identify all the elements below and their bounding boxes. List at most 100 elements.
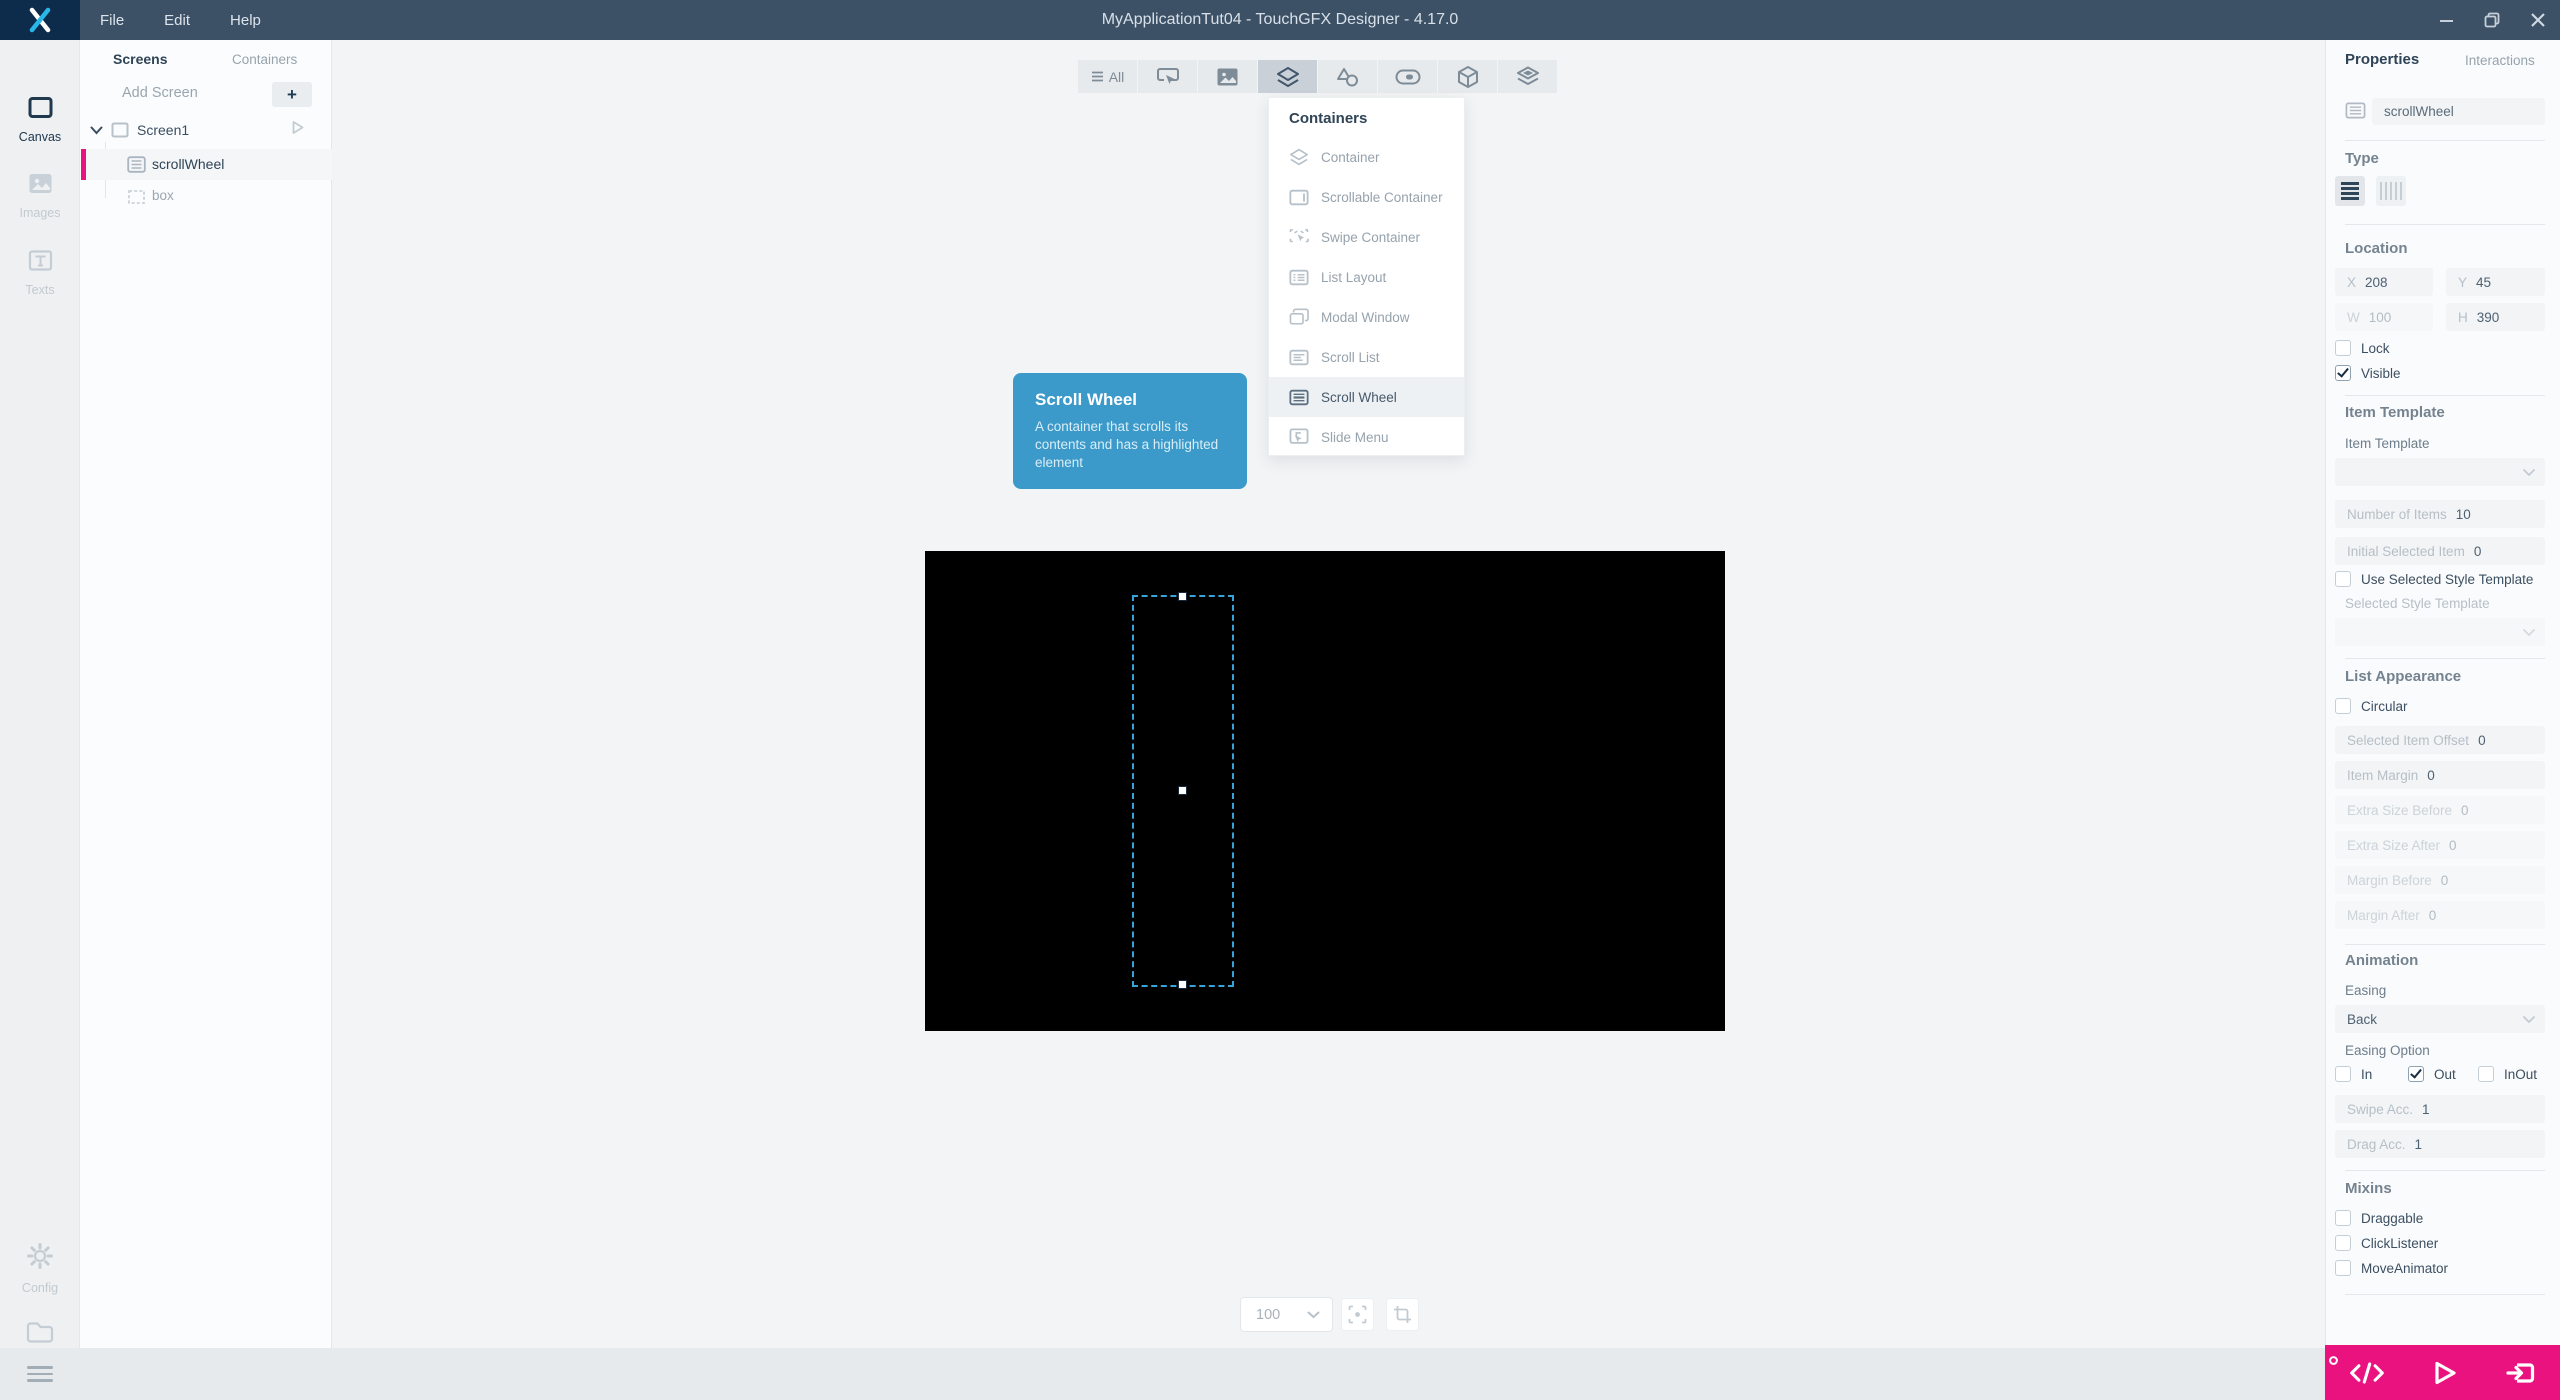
tree-row-screen1[interactable]: Screen1 [90,118,189,142]
move-handle-center[interactable] [1178,786,1187,795]
category-common-button[interactable] [1138,60,1197,93]
visible-checkbox[interactable] [2335,365,2351,381]
lock-checkbox[interactable] [2335,340,2351,356]
easing-out-row[interactable]: Out [2408,1066,2456,1082]
chevron-down-icon[interactable] [90,126,103,135]
use-selected-style-checkbox[interactable] [2335,571,2351,587]
initial-selected-item-field[interactable]: Initial Selected Item0 [2335,537,2545,565]
selected-style-template-label: Selected Style Template [2345,596,2490,611]
tab-screens[interactable]: Screens [113,51,167,67]
menu-item-scroll-list[interactable]: Scroll List [1269,337,1464,377]
type-horizontal-wheel-button[interactable] [2376,176,2406,206]
rail-item-config[interactable]: Config [0,1240,80,1295]
image-icon [1216,67,1239,87]
design-canvas-screen[interactable] [925,551,1725,1031]
swipe-acceleration-field[interactable]: Swipe Acc.1 [2335,1095,2545,1123]
scroll-wheel-icon [1289,389,1309,406]
minimize-icon[interactable] [2439,13,2454,28]
moveanimator-row[interactable]: MoveAnimator [2335,1260,2448,1276]
item-margin-field[interactable]: Item Margin0 [2335,761,2545,789]
draggable-row[interactable]: Draggable [2335,1210,2423,1226]
category-all-button[interactable]: All [1078,60,1137,93]
menu-bar: File Edit Help [100,0,261,40]
menu-item-scrollable-container[interactable]: Scrollable Container [1269,177,1464,217]
category-progress-button[interactable] [1378,60,1437,93]
generate-code-icon[interactable] [2349,1361,2385,1385]
list-layout-icon [1289,269,1309,286]
drag-acceleration-field[interactable]: Drag Acc.1 [2335,1130,2545,1158]
category-containers-button[interactable] [1258,60,1317,93]
menu-file[interactable]: File [100,12,124,29]
y-position-field[interactable]: Y45 [2446,268,2545,296]
menu-item-swipe-container[interactable]: Swipe Container [1269,217,1464,257]
tab-interactions[interactable]: Interactions [2465,53,2535,68]
startup-screen-indicator-icon[interactable] [291,120,305,135]
easing-in-row[interactable]: In [2335,1066,2372,1082]
tab-containers[interactable]: Containers [232,52,297,67]
log-panel-toggle[interactable] [27,1366,53,1382]
easing-inout-checkbox[interactable] [2478,1066,2494,1082]
height-field[interactable]: H390 [2446,303,2545,331]
lock-label: Lock [2361,341,2390,356]
menu-item-slide-menu[interactable]: Slide Menu [1269,417,1464,457]
use-selected-style-row[interactable]: Use Selected Style Template [2335,571,2533,587]
fit-to-screen-button[interactable] [1341,1298,1374,1331]
easing-in-checkbox[interactable] [2335,1066,2351,1082]
close-icon[interactable] [2530,12,2546,28]
easing-inout-row[interactable]: InOut [2478,1066,2537,1082]
easing-out-checkbox[interactable] [2408,1066,2424,1082]
clicklistener-row[interactable]: ClickListener [2335,1235,2438,1251]
bottom-status-bar [0,1348,2560,1400]
menu-edit[interactable]: Edit [164,12,190,29]
draggable-checkbox[interactable] [2335,1210,2351,1226]
number-of-items-field[interactable]: Number of Items10 [2335,500,2545,528]
resize-handle-top[interactable] [1178,592,1187,601]
touchgfx-logo-icon [0,0,80,40]
scrollwheel-label[interactable]: scrollWheel [152,156,224,172]
add-screen-button[interactable]: + [272,82,312,107]
lock-checkbox-row[interactable]: Lock [2335,340,2390,356]
clicklistener-checkbox[interactable] [2335,1235,2351,1251]
menu-help[interactable]: Help [230,12,261,29]
category-images-button[interactable] [1198,60,1257,93]
moveanimator-checkbox[interactable] [2335,1260,2351,1276]
rail-item-canvas[interactable]: Canvas [0,94,80,144]
tooltip-title: Scroll Wheel [1035,390,1231,410]
x-position-field[interactable]: X208 [2335,268,2433,296]
category-misc-button[interactable] [1498,60,1557,93]
menu-item-scroll-wheel[interactable]: Scroll Wheel [1269,377,1464,417]
rail-item-texts[interactable]: Texts [0,247,80,297]
rail-label-images: Images [0,206,80,220]
circular-checkbox[interactable] [2335,698,2351,714]
widget-name-input[interactable]: scrollWheel [2372,98,2545,125]
resize-handle-bottom[interactable] [1178,980,1187,989]
selected-item-offset-field[interactable]: Selected Item Offset0 [2335,726,2545,754]
type-vertical-wheel-button[interactable] [2335,176,2365,206]
circular-checkbox-row[interactable]: Circular [2335,698,2408,714]
category-buttons-button[interactable] [1438,60,1497,93]
touch-pointer-icon [1156,66,1180,88]
menu-item-container[interactable]: Container [1269,137,1464,177]
category-shapes-button[interactable] [1318,60,1377,93]
tab-properties[interactable]: Properties [2345,51,2419,68]
easing-select[interactable]: Back [2335,1005,2545,1033]
run-target-icon[interactable] [2506,1359,2536,1387]
visible-checkbox-row[interactable]: Visible [2335,365,2401,381]
zoom-level-select[interactable]: 100 [1240,1297,1333,1332]
easing-inout-label: InOut [2504,1067,2537,1082]
easing-option-label: Easing Option [2345,1043,2430,1058]
scrollwheel-selection-outline[interactable] [1132,595,1234,987]
menu-item-label: Scroll Wheel [1321,390,1397,405]
item-template-select[interactable] [2335,458,2545,486]
scroll-wheel-icon [2345,101,2366,120]
run-simulator-icon[interactable] [2432,1360,2458,1386]
rail-item-images[interactable]: Images [0,170,80,220]
box-label[interactable]: box [152,188,174,203]
scrollable-container-icon [1289,189,1309,206]
crop-canvas-button[interactable] [1386,1298,1419,1331]
run-action-bar [2325,1345,2560,1400]
menu-item-list-layout[interactable]: List Layout [1269,257,1464,297]
restore-icon[interactable] [2484,12,2500,28]
swipe-container-icon [1289,228,1309,246]
menu-item-modal-window[interactable]: Modal Window [1269,297,1464,337]
